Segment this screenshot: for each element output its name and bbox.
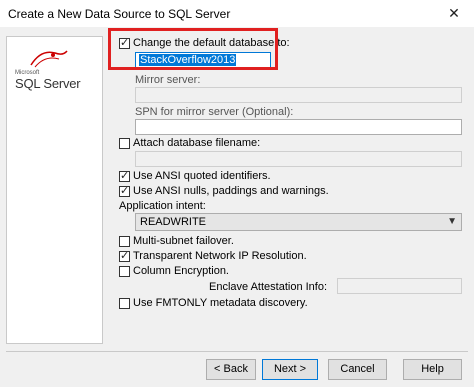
spn-field[interactable] xyxy=(135,119,462,135)
fmtonly-checkbox[interactable] xyxy=(119,298,130,309)
sql-server-logo-icon xyxy=(30,50,68,68)
app-intent-label: Application intent: xyxy=(119,200,206,212)
ansi-nulls-checkbox[interactable] xyxy=(119,184,130,197)
next-button[interactable]: Next > xyxy=(262,359,318,380)
mirror-server-label: Mirror server: xyxy=(135,74,201,86)
tnir-checkbox[interactable] xyxy=(119,249,130,262)
ansi-quoted-label: Use ANSI quoted identifiers. xyxy=(133,170,271,182)
window-title: Create a New Data Source to SQL Server xyxy=(8,7,231,21)
app-intent-select[interactable]: READWRITE ▼ xyxy=(135,213,462,231)
divider xyxy=(6,351,468,352)
back-button[interactable]: < Back xyxy=(206,359,256,380)
spn-label: SPN for mirror server (Optional): xyxy=(135,106,294,118)
logo-panel: Microsoft SQL Server xyxy=(6,36,103,344)
enclave-label: Enclave Attestation Info: xyxy=(209,281,328,293)
multi-subnet-checkbox[interactable] xyxy=(119,236,130,247)
title-bar: Create a New Data Source to SQL Server ✕ xyxy=(0,0,474,27)
help-button[interactable]: Help xyxy=(403,359,462,380)
chevron-down-icon: ▼ xyxy=(447,216,457,227)
enclave-field[interactable] xyxy=(337,278,462,294)
highlight-box xyxy=(108,28,278,70)
app-intent-value: READWRITE xyxy=(140,216,206,228)
tnir-label: Transparent Network IP Resolution. xyxy=(133,250,307,262)
attach-db-checkbox[interactable] xyxy=(119,138,130,149)
column-encryption-checkbox[interactable] xyxy=(119,266,130,277)
cancel-button[interactable]: Cancel xyxy=(328,359,387,380)
ansi-nulls-label: Use ANSI nulls, paddings and warnings. xyxy=(133,185,329,197)
fmtonly-label: Use FMTONLY metadata discovery. xyxy=(133,297,308,309)
attach-db-label: Attach database filename: xyxy=(133,137,261,149)
attach-db-field[interactable] xyxy=(135,151,462,167)
logo-product-text: SQL Server xyxy=(15,76,81,91)
column-encryption-label: Column Encryption. xyxy=(133,265,229,277)
ansi-quoted-checkbox[interactable] xyxy=(119,169,130,182)
multi-subnet-label: Multi-subnet failover. xyxy=(133,235,234,247)
close-icon[interactable]: ✕ xyxy=(434,0,474,27)
mirror-server-field[interactable] xyxy=(135,87,462,103)
